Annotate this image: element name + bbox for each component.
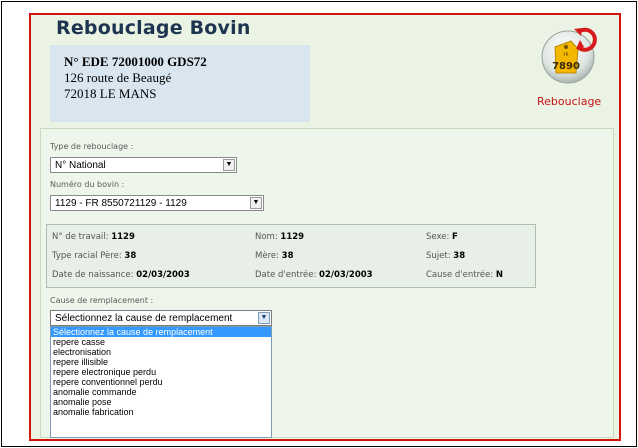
- chevron-down-icon[interactable]: ▼: [223, 159, 235, 171]
- cause-remplacement-value: Sélectionnez la cause de remplacement: [55, 313, 233, 324]
- dropdown-option[interactable]: anomalie pose: [51, 397, 271, 407]
- type-rebouclage-select[interactable]: N° National ▼: [50, 157, 237, 173]
- info-naissance: Date de naissance: 02/03/2003: [52, 270, 190, 280]
- address-box: N° EDE 72001000 GDS72 126 route de Beaug…: [50, 45, 310, 122]
- chevron-down-icon[interactable]: ▼: [250, 197, 262, 209]
- info-entree: Date d'entrée: 02/03/2003: [255, 270, 373, 280]
- dropdown-option[interactable]: Sélectionnez la cause de remplacement: [51, 327, 271, 337]
- info-mere: Mère: 38: [255, 251, 294, 261]
- info-travail: N° de travail: 1129: [52, 232, 135, 242]
- page-title: Rebouclage Bovin: [56, 17, 251, 39]
- cause-remplacement-select[interactable]: Sélectionnez la cause de remplacement ▼: [50, 310, 272, 326]
- dropdown-option[interactable]: repere conventionnel perdu: [51, 377, 271, 387]
- rebouclage-logo-icon[interactable]: FR 7890: [540, 25, 598, 85]
- info-sujet: Sujet: 38: [426, 251, 466, 261]
- logo-tag-number: 7890: [552, 61, 580, 72]
- type-rebouclage-value: N° National: [55, 160, 106, 171]
- cause-dropdown-list[interactable]: Sélectionnez la cause de remplacement re…: [50, 326, 272, 438]
- numero-bovin-select[interactable]: 1129 - FR 8550721129 - 1129 ▼: [50, 195, 264, 211]
- dropdown-option[interactable]: electronisation: [51, 347, 271, 357]
- dropdown-option[interactable]: repere casse: [51, 337, 271, 347]
- dropdown-option[interactable]: anomalie commande: [51, 387, 271, 397]
- chevron-down-icon[interactable]: ▼: [258, 312, 270, 324]
- dropdown-option[interactable]: repere electronique perdu: [51, 367, 271, 377]
- dropdown-option[interactable]: repere illisible: [51, 357, 271, 367]
- address-street: 126 route de Beaugé: [64, 70, 172, 85]
- type-rebouclage-label: Type de rebouclage :: [50, 142, 134, 151]
- svg-text:FR: FR: [563, 52, 568, 57]
- info-cause-entree: Cause d'entrée: N: [426, 270, 504, 280]
- dropdown-option[interactable]: anomalie fabrication: [51, 407, 271, 417]
- info-nom: Nom: 1129: [255, 232, 305, 242]
- info-type-racial: Type racial Père: 38: [52, 251, 137, 261]
- address-city: 72018 LE MANS: [64, 86, 157, 101]
- logo-label[interactable]: Rebouclage: [537, 95, 601, 108]
- numero-bovin-label: Numéro du bovin :: [50, 180, 125, 189]
- ede-line: N° EDE 72001000 GDS72: [64, 54, 207, 69]
- info-sexe: Sexe: F: [426, 232, 458, 242]
- numero-bovin-value: 1129 - FR 8550721129 - 1129: [55, 198, 187, 209]
- cause-remplacement-label: Cause de remplacement :: [50, 296, 154, 305]
